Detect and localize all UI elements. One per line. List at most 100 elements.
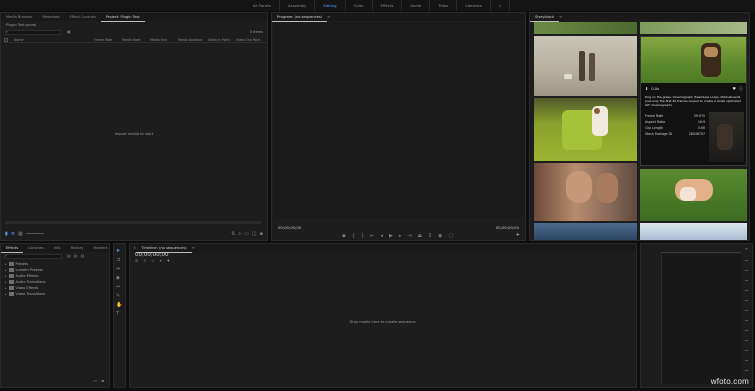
audio-meters-panel: ≡ xyxy=(640,243,753,388)
list-view-icon[interactable]: ≡ xyxy=(11,231,15,237)
stock-thumbnail-family-grass[interactable] xyxy=(640,169,747,221)
stock-thumbnail-top-left[interactable] xyxy=(534,22,637,34)
timeline-menu-icon[interactable]: ≡ xyxy=(192,245,195,251)
new-bin-bottom-icon[interactable]: ▭ xyxy=(244,231,249,237)
tab-info[interactable]: Info xyxy=(49,244,66,252)
sort-icon[interactable]: ⇅ xyxy=(231,231,235,237)
stock-thumbnail-men-laughing[interactable] xyxy=(534,163,637,221)
tab-markers[interactable]: Markers xyxy=(88,244,112,252)
new-custom-bin-icon[interactable]: ▭ xyxy=(93,378,97,384)
snap-icon[interactable]: ∩ xyxy=(143,258,146,264)
go-to-in-icon[interactable]: ⇤ xyxy=(370,233,374,239)
program-video-area[interactable] xyxy=(274,23,523,218)
stock-thumbnail-dog-chair[interactable] xyxy=(534,98,637,161)
wrench-icon[interactable]: ✦ xyxy=(167,258,170,264)
favorite-icon[interactable]: ♥ xyxy=(732,86,736,92)
step-back-icon[interactable]: ◂ xyxy=(380,233,383,239)
column-media-start[interactable]: Media Start xyxy=(122,38,150,42)
go-to-out-icon[interactable]: ⇥ xyxy=(407,233,411,239)
column-media-duration[interactable]: Media Duration xyxy=(178,38,208,42)
button-editor-icon[interactable]: + xyxy=(516,232,520,238)
yuv-effects-icon[interactable]: ▤ xyxy=(81,253,85,259)
trash-icon[interactable]: ▪ xyxy=(260,231,263,237)
track-select-tool-icon[interactable]: ⇉ xyxy=(116,257,122,263)
step-forward-icon[interactable]: ▸ xyxy=(399,233,402,239)
mark-in-icon[interactable]: { xyxy=(352,233,355,239)
column-video-out-point[interactable]: Video Out Point xyxy=(236,38,264,42)
workspace-tab-assembly[interactable]: Assembly xyxy=(280,0,316,11)
timeline-empty-message[interactable]: Drop media here to create sequence. xyxy=(130,320,636,324)
mark-out-icon[interactable]: } xyxy=(361,233,364,239)
workspace-tab-libraries[interactable]: Libraries xyxy=(457,0,491,11)
32bit-effects-icon[interactable]: ▤ xyxy=(74,253,78,259)
meters-menu-icon[interactable]: ≡ xyxy=(745,246,748,252)
tools-panel: ➤ ⇉ ⇹ ◆ ↔ ✎ ✋ T xyxy=(113,243,126,388)
stock-thumbnail-bottom-left[interactable] xyxy=(534,223,637,240)
zoom-slider[interactable] xyxy=(25,233,44,234)
insert-sequence-icon[interactable]: ⊞ xyxy=(135,258,138,264)
tab-media-browser[interactable]: Media Browser xyxy=(1,13,38,21)
lock-icon[interactable]: ▮ xyxy=(5,231,8,237)
tab-effect-controls[interactable]: Effect Controls xyxy=(65,13,101,21)
info-icon[interactable]: ⓘ xyxy=(739,86,743,92)
lift-icon[interactable]: ⏏ xyxy=(418,233,423,239)
workspace-tab-color[interactable]: Color xyxy=(346,0,373,11)
extract-icon[interactable]: ⊼ xyxy=(428,233,432,239)
icon-view-icon[interactable]: ▦ xyxy=(18,231,23,237)
delete-icon[interactable]: ▪ xyxy=(101,378,104,384)
workspace-tab-effects[interactable]: Effects xyxy=(373,0,403,11)
column-media-end[interactable]: Media End xyxy=(150,38,178,42)
selection-tool-icon[interactable]: ➤ xyxy=(116,248,122,254)
stock-thumbnail-top-right[interactable] xyxy=(640,22,747,34)
workspace-tab-audio[interactable]: Audio xyxy=(402,0,431,11)
linked-selection-icon[interactable]: ⊂ xyxy=(151,258,154,264)
hand-tool-icon[interactable]: ✋ xyxy=(116,302,122,308)
storyblock-title[interactable]: Storyblock xyxy=(530,13,560,22)
stock-thumbnail-dog-grass-selected[interactable]: ⬇ 0.0x ♥ ⓘ Dog on the grass. Cinemagraph… xyxy=(640,36,747,166)
download-icon[interactable]: ⬇ xyxy=(645,86,648,92)
workspace-tab-all-panels[interactable]: All Panels xyxy=(245,0,281,11)
tab-effects[interactable]: Effects xyxy=(1,244,24,253)
workspace-overflow-icon[interactable]: » xyxy=(491,0,511,11)
program-menu-icon[interactable]: ≡ xyxy=(327,14,330,20)
accelerated-effects-icon[interactable]: ▤ xyxy=(67,253,71,259)
stock-thumbnail-couple-walking[interactable] xyxy=(534,36,637,96)
program-transport-controls: ◆ { } ⇤ ◂ ▶ ▸ ⇥ ⏏ ⊼ ◉ ▢ xyxy=(342,233,453,239)
slip-tool-icon[interactable]: ↔ xyxy=(116,284,122,290)
column-video-in-point[interactable]: Video In Point xyxy=(208,38,236,42)
tab-libraries[interactable]: Libraries xyxy=(23,244,49,252)
export-frame-icon[interactable]: ◉ xyxy=(438,233,442,239)
find-icon[interactable]: ⌕ xyxy=(238,231,241,237)
ripple-edit-tool-icon[interactable]: ⇹ xyxy=(116,266,122,272)
tab-history[interactable]: History xyxy=(66,244,89,252)
effects-search-input[interactable] xyxy=(4,254,62,259)
new-bin-icon[interactable]: ▣ xyxy=(67,29,71,35)
column-name[interactable]: Name xyxy=(14,38,94,42)
compare-icon[interactable]: ▢ xyxy=(448,233,453,239)
tools-column: ➤ ⇉ ⇹ ◆ ↔ ✎ ✋ T xyxy=(116,248,122,317)
project-scrollbar[interactable] xyxy=(5,221,261,224)
add-marker-icon[interactable]: ◆ xyxy=(342,233,346,239)
effects-folder-video-transitions[interactable]: ▸ Video Transitions xyxy=(5,291,45,297)
razor-tool-icon[interactable]: ◆ xyxy=(116,275,122,281)
clip-description: Dog on the grass. Cinemagraph (Seamless … xyxy=(645,95,741,107)
program-timecode-right: 00;00;00;00 xyxy=(495,225,519,230)
select-all-checkbox[interactable] xyxy=(4,38,8,42)
add-marker-icon[interactable]: ▾ xyxy=(160,258,162,264)
stock-thumbnail-bottom-right[interactable] xyxy=(640,223,747,240)
project-search-input[interactable] xyxy=(5,30,61,35)
pen-tool-icon[interactable]: ✎ xyxy=(116,293,122,299)
workspace-tab-titles[interactable]: Titles xyxy=(430,0,458,11)
program-monitor-panel: Program: (no sequences) ≡ 00;00;00;00 00… xyxy=(271,12,526,241)
play-icon[interactable]: ▶ xyxy=(389,233,393,239)
storyblock-menu-icon[interactable]: ≡ xyxy=(559,14,562,20)
tab-metadata[interactable]: Metadata xyxy=(38,13,65,21)
program-monitor-title[interactable]: Program: (no sequences) xyxy=(272,13,328,22)
type-tool-icon[interactable]: T xyxy=(116,311,122,317)
tab-project[interactable]: Project: Plugin Test xyxy=(100,13,145,22)
info-row: Stock Footage ID 28046797 xyxy=(645,132,705,136)
project-empty-message: Import media to start xyxy=(114,132,154,136)
new-item-icon[interactable]: ◫ xyxy=(252,231,257,237)
workspace-tab-editing[interactable]: Editing xyxy=(315,0,346,11)
column-frame-rate[interactable]: Frame Rate xyxy=(94,38,122,42)
